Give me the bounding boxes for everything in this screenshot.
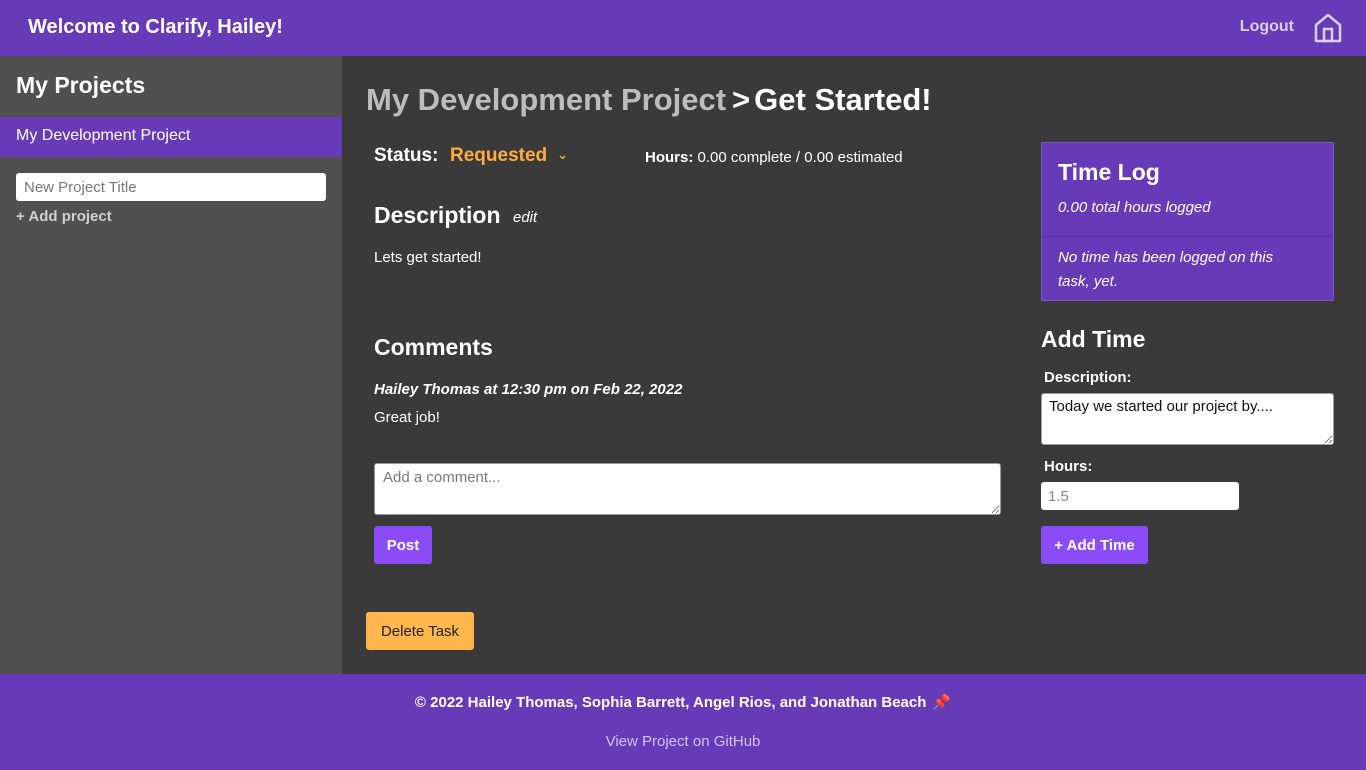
comment-meta: Hailey Thomas at 12:30 pm on Feb 22, 202…: [374, 381, 683, 398]
home-icon[interactable]: [1314, 13, 1342, 43]
status-label: Status:: [374, 145, 439, 166]
description-text: Lets get started!: [374, 249, 482, 266]
sidebar-item-project[interactable]: My Development Project: [0, 117, 342, 157]
add-time-heading: Add Time: [1041, 326, 1146, 352]
github-link[interactable]: View Project on GitHub: [0, 733, 1366, 750]
status-value: Requested: [450, 145, 548, 166]
time-log-panel: Time Log 0.00 total hours logged No time…: [1041, 142, 1334, 301]
footer: © 2022 Hailey Thomas, Sophia Barrett, An…: [0, 674, 1366, 770]
pin-icon: 📌: [932, 694, 952, 711]
add-time-button[interactable]: + Add Time: [1041, 526, 1148, 564]
task-main: My Development Project > Get Started! Stat…: [342, 56, 1366, 674]
time-log-empty-message: No time has been logged on this task, ye…: [1058, 249, 1274, 290]
hours-summary: Hours: 0.00 complete / 0.00 estimated: [645, 149, 903, 166]
add-project-button[interactable]: + Add project: [16, 208, 112, 225]
time-log-title: Time Log: [1058, 159, 1160, 185]
copyright-text: © 2022 Hailey Thomas, Sophia Barrett, An…: [414, 694, 927, 711]
footer-copyright: © 2022 Hailey Thomas, Sophia Barrett, An…: [0, 693, 1366, 711]
time-hours-label: Hours:: [1044, 458, 1093, 475]
comments-heading: Comments: [374, 334, 493, 360]
status-dropdown[interactable]: Requested ⌄: [450, 145, 568, 167]
edit-description-link[interactable]: edit: [513, 209, 537, 226]
logout-link[interactable]: Logout: [1240, 18, 1294, 36]
hours-label: Hours:: [645, 149, 694, 166]
breadcrumb: My Development Project > Get Started!: [366, 82, 932, 118]
time-description-input[interactable]: Today we started our project by....: [1041, 393, 1334, 445]
post-comment-button[interactable]: Post: [374, 526, 432, 564]
delete-task-button[interactable]: Delete Task: [366, 612, 474, 650]
top-nav: Welcome to Clarify, Hailey! Logout: [0, 0, 1366, 56]
welcome-title: Welcome to Clarify, Hailey!: [28, 16, 283, 38]
time-log-divider: [1042, 236, 1333, 237]
description-heading: Description: [374, 202, 501, 228]
comment-input[interactable]: [374, 463, 1001, 515]
breadcrumb-project[interactable]: My Development Project: [366, 82, 726, 117]
comment-body: Great job!: [374, 409, 440, 426]
projects-sidebar: My Projects My Development Project + Add…: [0, 56, 342, 674]
hours-value: 0.00 complete / 0.00 estimated: [697, 149, 903, 166]
time-hours-input[interactable]: [1041, 482, 1239, 510]
breadcrumb-separator: >: [732, 82, 751, 117]
new-project-title-input[interactable]: [16, 173, 326, 201]
chevron-down-icon: ⌄: [557, 147, 569, 162]
time-log-total: 0.00 total hours logged: [1058, 199, 1211, 216]
sidebar-title: My Projects: [16, 72, 146, 98]
task-title: Get Started!: [754, 82, 932, 117]
time-description-label: Description:: [1044, 369, 1132, 386]
